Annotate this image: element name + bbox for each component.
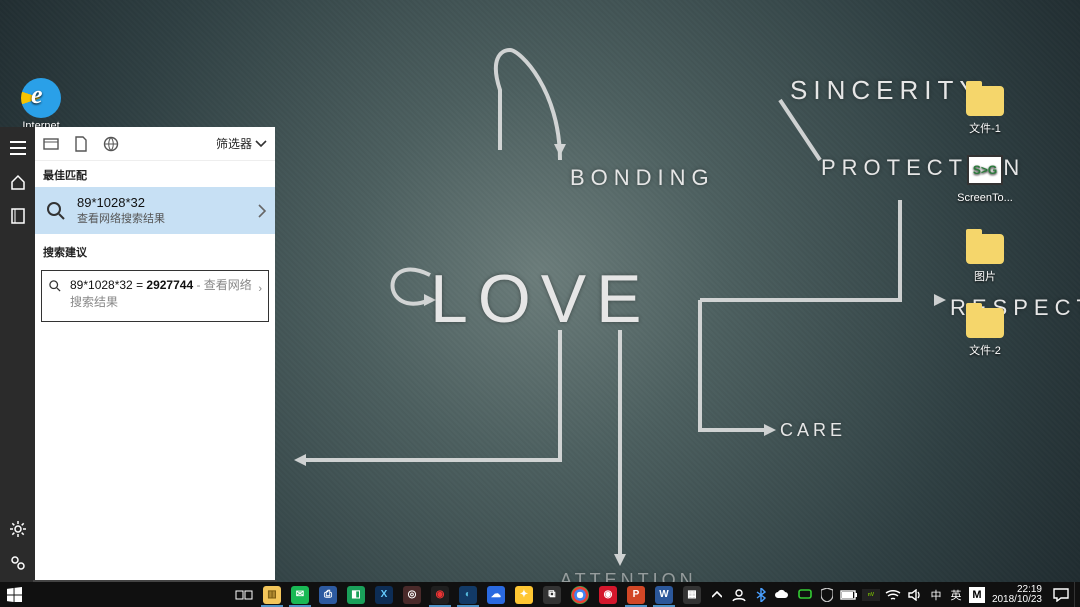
start-button[interactable]	[0, 582, 29, 607]
tab-documents-icon[interactable]	[73, 136, 89, 152]
tray-ime-lang2[interactable]: 英	[946, 582, 966, 607]
cortana-tabs-row: 筛选器	[35, 127, 275, 161]
desktop-icon-label: 文件-1	[950, 120, 1020, 136]
search-icon	[45, 200, 67, 222]
settings-icon[interactable]	[9, 520, 27, 538]
show-desktop-button[interactable]	[1074, 582, 1080, 607]
tray-people-icon[interactable]	[728, 582, 750, 607]
suggestions-header: 搜索建议	[35, 234, 275, 264]
folder-icon	[965, 78, 1005, 118]
taskbar-app-powerpoint[interactable]: P	[622, 582, 650, 607]
tray-volume-icon[interactable]	[904, 582, 926, 607]
notebook-icon[interactable]	[9, 207, 27, 225]
taskbar-app-generic-9[interactable]: ▦	[678, 582, 706, 607]
tab-all-icon[interactable]	[43, 136, 59, 152]
best-match-header: 最佳匹配	[35, 161, 275, 187]
tray-bluetooth-icon[interactable]	[750, 582, 772, 607]
taskbar-app-generic-7[interactable]: ⧉	[538, 582, 566, 607]
tray-nvidia-icon[interactable]: nV	[860, 582, 882, 607]
ie-icon	[21, 78, 61, 118]
taskbar-app-generic-8[interactable]: ◉	[594, 582, 622, 607]
folder-icon	[965, 226, 1005, 266]
taskbar-app-generic-4[interactable]: ◎	[398, 582, 426, 607]
desktop-icon-file1[interactable]: 文件-1	[950, 78, 1020, 136]
suggestions-box: 89*1028*32 = 2927744 - 查看网络搜索结果 ›	[41, 270, 269, 322]
taskbar-apps: ▥ ✉ ⎙ ◧ X ◎ ◉ ◐ ☁ ✦ ⧉ ◉ P W ▦	[226, 582, 706, 607]
filter-dropdown[interactable]: 筛选器	[216, 135, 267, 152]
tray-ime-m[interactable]: M	[966, 582, 988, 607]
desktop-icon-label: 图片	[950, 268, 1020, 284]
chevron-right-icon[interactable]	[257, 204, 267, 218]
taskbar-app-generic-1[interactable]: ⎙	[314, 582, 342, 607]
tray-onedrive-icon[interactable]	[772, 582, 794, 607]
tray-ime-lang1[interactable]: 中	[926, 582, 946, 607]
taskbar-app-chrome[interactable]	[566, 582, 594, 607]
taskbar-app-generic-6[interactable]: ✦	[510, 582, 538, 607]
screentogif-icon: S>G	[965, 150, 1005, 190]
tab-web-icon[interactable]	[103, 136, 119, 152]
clock-date: 2018/10/23	[992, 595, 1042, 605]
best-match-subtitle: 查看网络搜索结果	[77, 210, 165, 226]
taskbar-app-generic-5[interactable]: ◉	[426, 582, 454, 607]
home-icon[interactable]	[9, 173, 27, 191]
taskbar-app-cloud[interactable]: ☁	[482, 582, 510, 607]
chevron-down-icon	[255, 139, 267, 149]
tray-chat-icon[interactable]	[794, 582, 816, 607]
desktop-icon-label: 文件-2	[950, 342, 1020, 358]
windows-icon	[7, 587, 22, 602]
taskbar-app-word[interactable]: W	[650, 582, 678, 607]
taskbar-app-generic-2[interactable]: ◧	[342, 582, 370, 607]
taskbar-app-wechat[interactable]: ✉	[286, 582, 314, 607]
feedback-icon[interactable]	[9, 554, 27, 572]
tray-security-icon[interactable]	[816, 582, 838, 607]
desktop-icon-screentogif[interactable]: S>G ScreenTo...	[950, 150, 1020, 204]
tray-overflow-icon[interactable]	[706, 582, 728, 607]
menu-icon[interactable]	[9, 139, 27, 157]
suggestion-text: 89*1028*32 = 2927744 - 查看网络搜索结果	[70, 277, 262, 311]
filter-label: 筛选器	[216, 135, 252, 152]
suggestion-item[interactable]: 89*1028*32 = 2927744 - 查看网络搜索结果 ›	[48, 277, 262, 311]
best-match-item[interactable]: 89*1028*32 查看网络搜索结果	[35, 187, 275, 234]
desktop-icon-file2[interactable]: 文件-2	[950, 300, 1020, 358]
cortana-sidebar	[0, 127, 35, 582]
wallpaper-text-care: CARE	[780, 420, 846, 441]
desktop-icon-label: ScreenTo...	[950, 192, 1020, 204]
folder-icon	[965, 300, 1005, 340]
search-icon	[48, 279, 62, 293]
tray-battery-icon[interactable]	[838, 582, 860, 607]
taskbar-clock[interactable]: 22:19 2018/10/23	[988, 584, 1048, 605]
tray-wifi-icon[interactable]	[882, 582, 904, 607]
taskbar-app-explorer[interactable]: ▥	[258, 582, 286, 607]
taskbar: ▥ ✉ ⎙ ◧ X ◎ ◉ ◐ ☁ ✦ ⧉ ◉ P W ▦ nV 中 英 M 2…	[0, 582, 1080, 607]
taskbar-app-browser[interactable]: ◐	[454, 582, 482, 607]
action-center-button[interactable]	[1048, 588, 1074, 602]
task-view-button[interactable]	[230, 582, 258, 607]
chevron-right-icon[interactable]: ›	[258, 283, 262, 295]
taskbar-app-generic-3[interactable]: X	[370, 582, 398, 607]
wallpaper-text-bonding: BONDING	[570, 165, 715, 191]
system-tray: nV 中 英 M 22:19 2018/10/23	[706, 582, 1080, 607]
desktop-icon-pictures[interactable]: 图片	[950, 226, 1020, 284]
wallpaper-text-love: LOVE	[430, 260, 651, 338]
cortana-results-pane: 筛选器 最佳匹配 89*1028*32 查看网络搜索结果 搜索建议 89*102…	[35, 127, 275, 582]
best-match-title: 89*1028*32	[77, 195, 165, 210]
